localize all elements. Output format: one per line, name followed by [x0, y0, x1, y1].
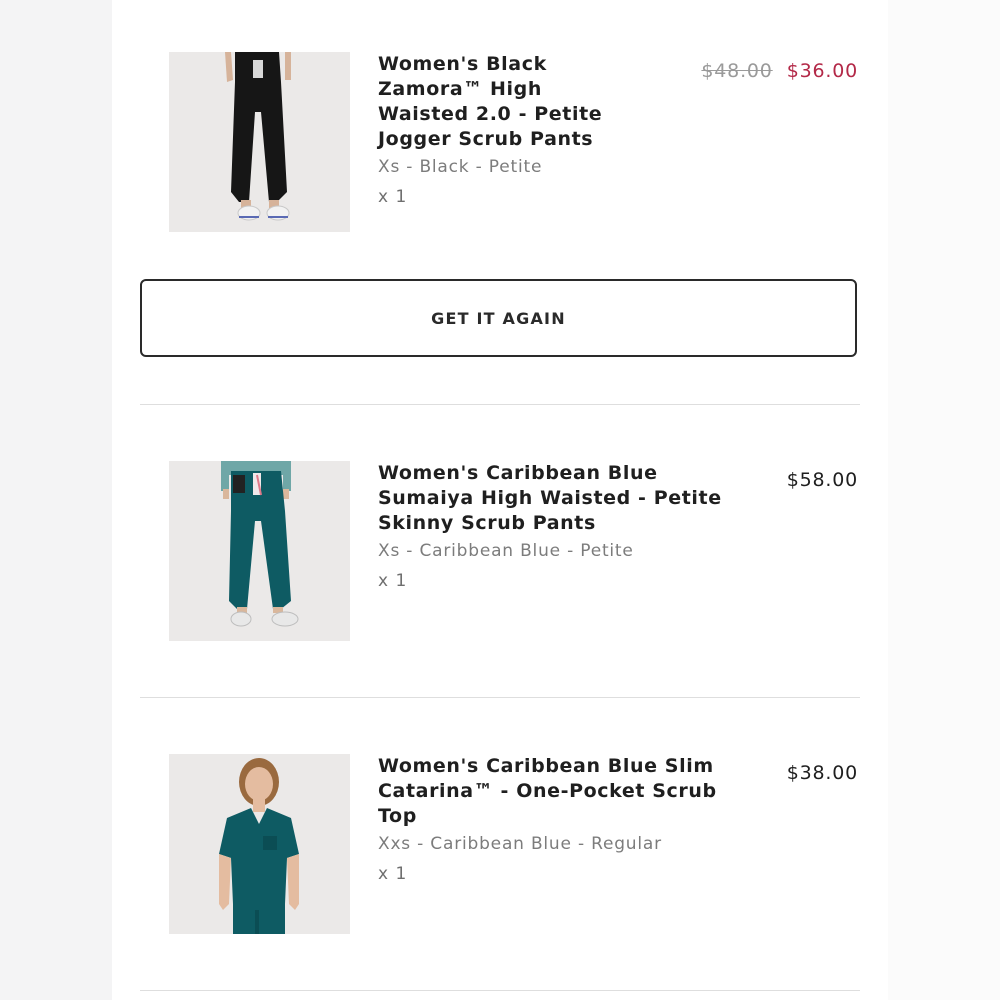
item-price: $38.00	[786, 762, 858, 784]
price-group: $38.00	[787, 762, 858, 784]
divider	[140, 697, 860, 698]
product-title[interactable]: Women's Caribbean Blue Sumaiya High Wais…	[378, 461, 722, 536]
divider	[140, 404, 860, 405]
product-variant: Xxs - Caribbean Blue - Regular	[378, 834, 662, 854]
product-quantity: x 1	[378, 187, 408, 207]
page-background	[888, 0, 1000, 1000]
get-it-again-button[interactable]: GET IT AGAIN	[140, 279, 857, 357]
product-variant: Xs - Black - Petite	[378, 157, 543, 177]
product-title[interactable]: Women's Caribbean Blue Slim Catarina™ - …	[378, 754, 717, 829]
product-image-black-jogger[interactable]	[169, 52, 350, 232]
item-info: Women's Black Zamora™ High Waisted 2.0 -…	[378, 52, 602, 207]
product-title[interactable]: Women's Black Zamora™ High Waisted 2.0 -…	[378, 52, 602, 152]
item-price: $58.00	[786, 469, 858, 491]
product-variant: Xs - Caribbean Blue - Petite	[378, 541, 634, 561]
product-quantity: x 1	[378, 864, 408, 884]
item-info: Women's Caribbean Blue Slim Catarina™ - …	[378, 754, 717, 884]
sale-price: $36.00	[786, 60, 858, 82]
product-image-caribbean-pants[interactable]	[169, 461, 350, 641]
price-group: $48.00 $36.00	[701, 60, 858, 82]
order-details-panel: Women's Black Zamora™ High Waisted 2.0 -…	[112, 0, 888, 1000]
product-image-caribbean-top[interactable]	[169, 754, 350, 934]
divider	[140, 990, 860, 991]
original-price: $48.00	[701, 60, 773, 82]
item-info: Women's Caribbean Blue Sumaiya High Wais…	[378, 461, 722, 591]
price-group: $58.00	[787, 469, 858, 491]
product-quantity: x 1	[378, 571, 408, 591]
